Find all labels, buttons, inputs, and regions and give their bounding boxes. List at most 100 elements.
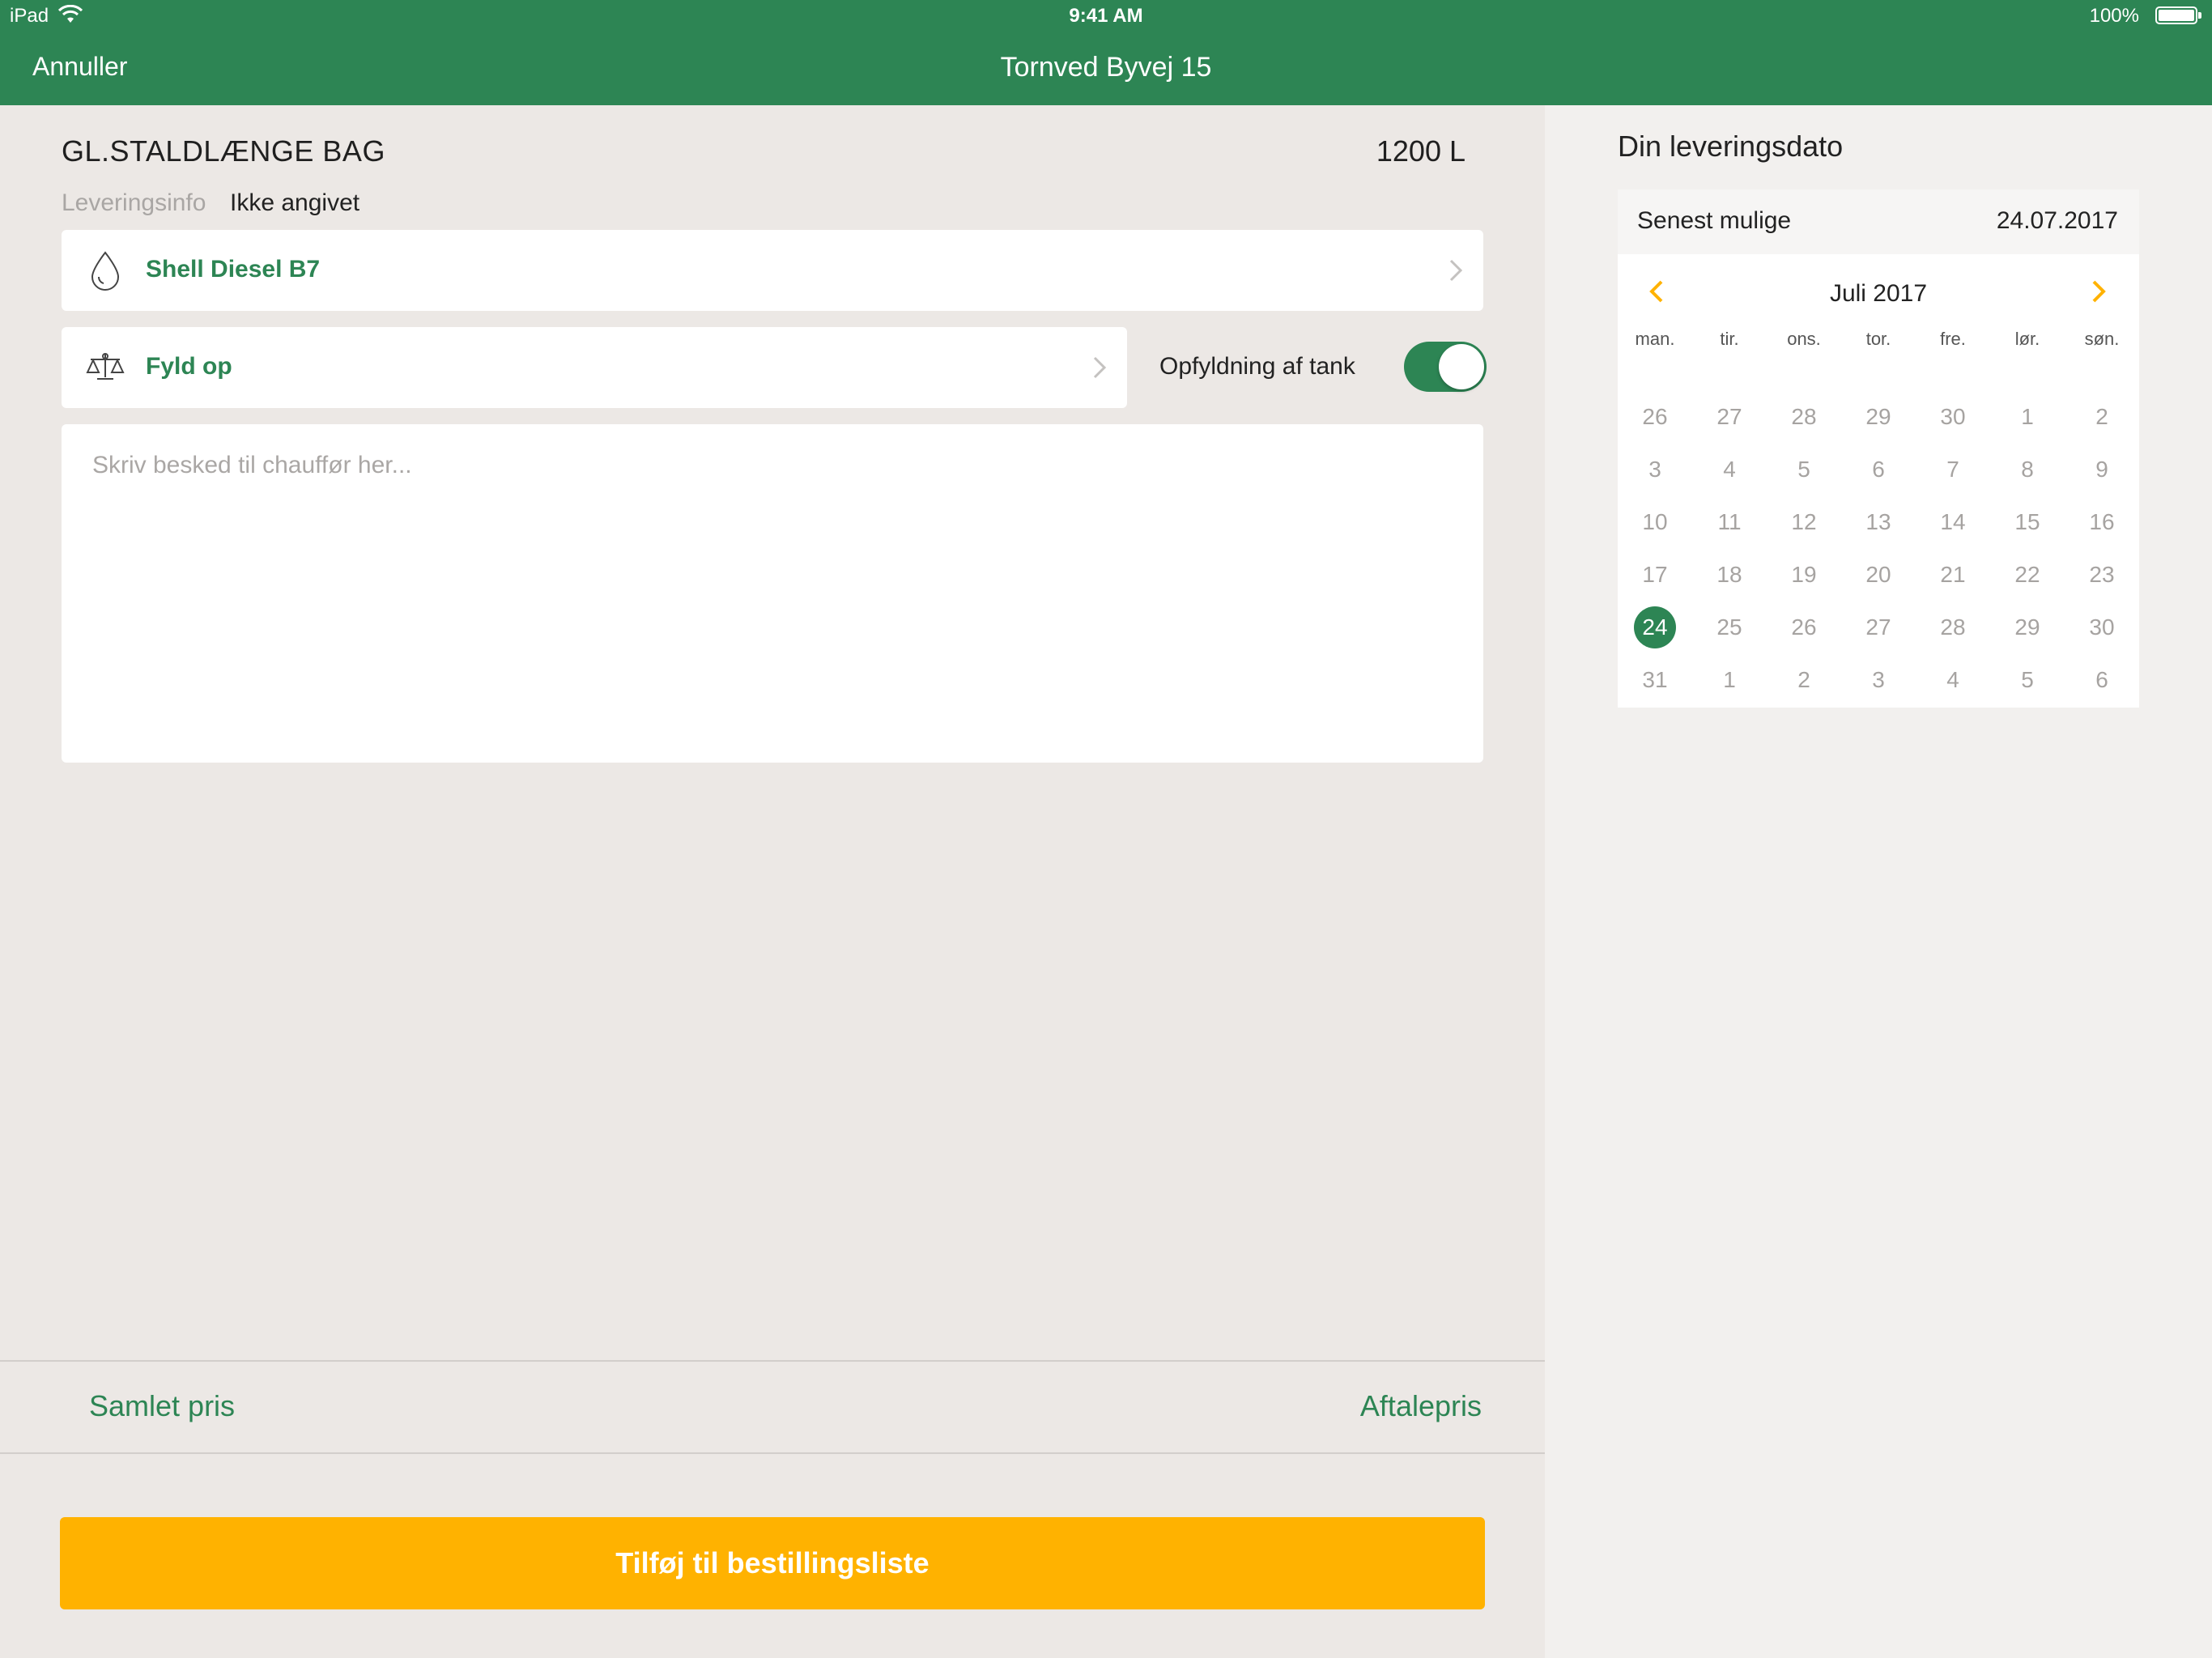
- latest-date-label: Senest mulige: [1637, 207, 1792, 234]
- calendar-day-number: 6: [1872, 456, 1885, 482]
- product-row[interactable]: Shell Diesel B7: [62, 230, 1483, 311]
- calendar-day-number: 26: [1791, 614, 1817, 640]
- delivery-date-title: Din leveringsdato: [1618, 130, 1844, 163]
- calendar-day[interactable]: 26: [1767, 601, 1841, 653]
- weekday-label: tor.: [1865, 329, 1891, 349]
- calendar-day-number: 5: [2021, 666, 2034, 692]
- calendar-day[interactable]: 19: [1767, 548, 1841, 601]
- calendar-day[interactable]: 21: [1916, 548, 1990, 601]
- calendar-day[interactable]: 1: [1692, 653, 1767, 706]
- calendar-day[interactable]: 22: [1990, 548, 2065, 601]
- droplet-icon: [91, 251, 120, 291]
- weekday-label: fre.: [1940, 329, 1966, 349]
- calendar-day[interactable]: 4: [1916, 653, 1990, 706]
- add-to-order-list-button[interactable]: Tilføj til bestillingsliste: [60, 1517, 1485, 1609]
- calendar-day[interactable]: 2: [1767, 653, 1841, 706]
- driver-message-input[interactable]: [62, 424, 1483, 763]
- weekday-label: ons.: [1787, 329, 1821, 349]
- calendar: Senest mulige 24.07.2017 Juli 2017 man. t…: [1618, 189, 2139, 708]
- quantity-label: Fyld op: [146, 353, 232, 380]
- calendar-day-number: 28: [1940, 614, 1966, 640]
- calendar-day[interactable]: 27: [1692, 390, 1767, 443]
- chevron-right-icon: [1449, 259, 1463, 282]
- calendar-day-number: 12: [1791, 508, 1817, 534]
- calendar-day[interactable]: 3: [1618, 443, 1692, 495]
- driver-message-box: [62, 424, 1483, 763]
- calendar-day[interactable]: 29: [1990, 601, 2065, 653]
- page-title: Tornved Byvej 15: [1000, 52, 1212, 83]
- calendar-day[interactable]: 31: [1618, 653, 1692, 706]
- calendar-day[interactable]: 1: [1990, 390, 2065, 443]
- calendar-day[interactable]: 14: [1916, 495, 1990, 548]
- calendar-day-number: 3: [1872, 666, 1885, 692]
- calendar-day-number: 11: [1717, 508, 1742, 534]
- delivery-info-label: Leveringsinfo: [62, 189, 206, 216]
- calendar-day-number: 30: [1940, 403, 1966, 429]
- calendar-day[interactable]: 2: [2065, 390, 2139, 443]
- calendar-day[interactable]: 29: [1841, 390, 1916, 443]
- calendar-day[interactable]: 3: [1841, 653, 1916, 706]
- calendar-day[interactable]: 20: [1841, 548, 1916, 601]
- calendar-day[interactable]: 18: [1692, 548, 1767, 601]
- calendar-day-number: 14: [1940, 508, 1966, 534]
- header-bar: iPad 9:41 AM 100% Annuller Tornved Byvej…: [0, 0, 2212, 105]
- next-month-icon[interactable]: [2089, 278, 2108, 304]
- divider: [0, 1360, 1545, 1362]
- calendar-day[interactable]: 25: [1692, 601, 1767, 653]
- calendar-day-number: 26: [1642, 403, 1668, 429]
- scale-icon: [86, 353, 125, 380]
- tank-name: GL.STALDLÆNGE BAG: [62, 134, 385, 168]
- calendar-day[interactable]: 6: [1841, 443, 1916, 495]
- calendar-day[interactable]: 16: [2065, 495, 2139, 548]
- weekday-label: lør.: [2014, 329, 2040, 349]
- total-price-value: Aftalepris: [1359, 1389, 1482, 1422]
- calendar-day-number: 17: [1642, 561, 1668, 587]
- calendar-day[interactable]: 30: [2065, 601, 2139, 653]
- calendar-day-number: 10: [1642, 508, 1668, 534]
- calendar-day[interactable]: 30: [1916, 390, 1990, 443]
- total-price-label: Samlet pris: [89, 1389, 236, 1422]
- battery-percent: 100%: [2089, 5, 2139, 27]
- calendar-day-number: 23: [2089, 561, 2115, 587]
- tank-fill-toggle[interactable]: [1404, 342, 1487, 392]
- calendar-day[interactable]: 11: [1692, 495, 1767, 548]
- calendar-day-number: 19: [1791, 561, 1817, 587]
- tank-volume: 1200 L: [1376, 134, 1465, 168]
- calendar-day[interactable]: 10: [1618, 495, 1692, 548]
- status-time: 9:41 AM: [1069, 5, 1143, 27]
- calendar-day[interactable]: 12: [1767, 495, 1841, 548]
- calendar-day-number: 29: [1865, 403, 1891, 429]
- order-panel: GL.STALDLÆNGE BAG 1200 L Leveringsinfo I…: [0, 105, 1545, 1658]
- calendar-day-number: 2: [2095, 403, 2108, 429]
- weekday-label: søn.: [2084, 329, 2120, 349]
- quantity-row[interactable]: Fyld op: [62, 327, 1127, 408]
- calendar-day[interactable]: 8: [1990, 443, 2065, 495]
- calendar-day-number: 1: [2021, 403, 2034, 429]
- calendar-day[interactable]: 13: [1841, 495, 1916, 548]
- calendar-day-number: 27: [1865, 614, 1891, 640]
- calendar-day[interactable]: 9: [2065, 443, 2139, 495]
- calendar-day[interactable]: 15: [1990, 495, 2065, 548]
- calendar-day[interactable]: 5: [1990, 653, 2065, 706]
- latest-date-header: Senest mulige 24.07.2017: [1618, 189, 2139, 254]
- calendar-weekdays: man. tir. ons. tor. fre. lør. søn.: [1618, 329, 2139, 350]
- calendar-day-number: 5: [1797, 456, 1810, 482]
- calendar-day-number: 7: [1946, 456, 1959, 482]
- calendar-day-number: 31: [1642, 666, 1668, 692]
- calendar-day[interactable]: 23: [2065, 548, 2139, 601]
- calendar-day[interactable]: 17: [1618, 548, 1692, 601]
- calendar-day[interactable]: 28: [1916, 601, 1990, 653]
- weekday-label: tir.: [1720, 329, 1739, 349]
- calendar-day[interactable]: 7: [1916, 443, 1990, 495]
- calendar-day[interactable]: 28: [1767, 390, 1841, 443]
- calendar-day-number: 9: [2095, 456, 2108, 482]
- calendar-day[interactable]: 5: [1767, 443, 1841, 495]
- calendar-day[interactable]: 6: [2065, 653, 2139, 706]
- tank-fill-toggle-label: Opfyldning af tank: [1159, 353, 1355, 380]
- weekday-label: man.: [1635, 329, 1675, 349]
- calendar-day[interactable]: 4: [1692, 443, 1767, 495]
- calendar-day-number: 30: [2089, 614, 2115, 640]
- calendar-day-selected[interactable]: 24: [1618, 601, 1692, 653]
- calendar-day[interactable]: 26: [1618, 390, 1692, 443]
- calendar-day[interactable]: 27: [1841, 601, 1916, 653]
